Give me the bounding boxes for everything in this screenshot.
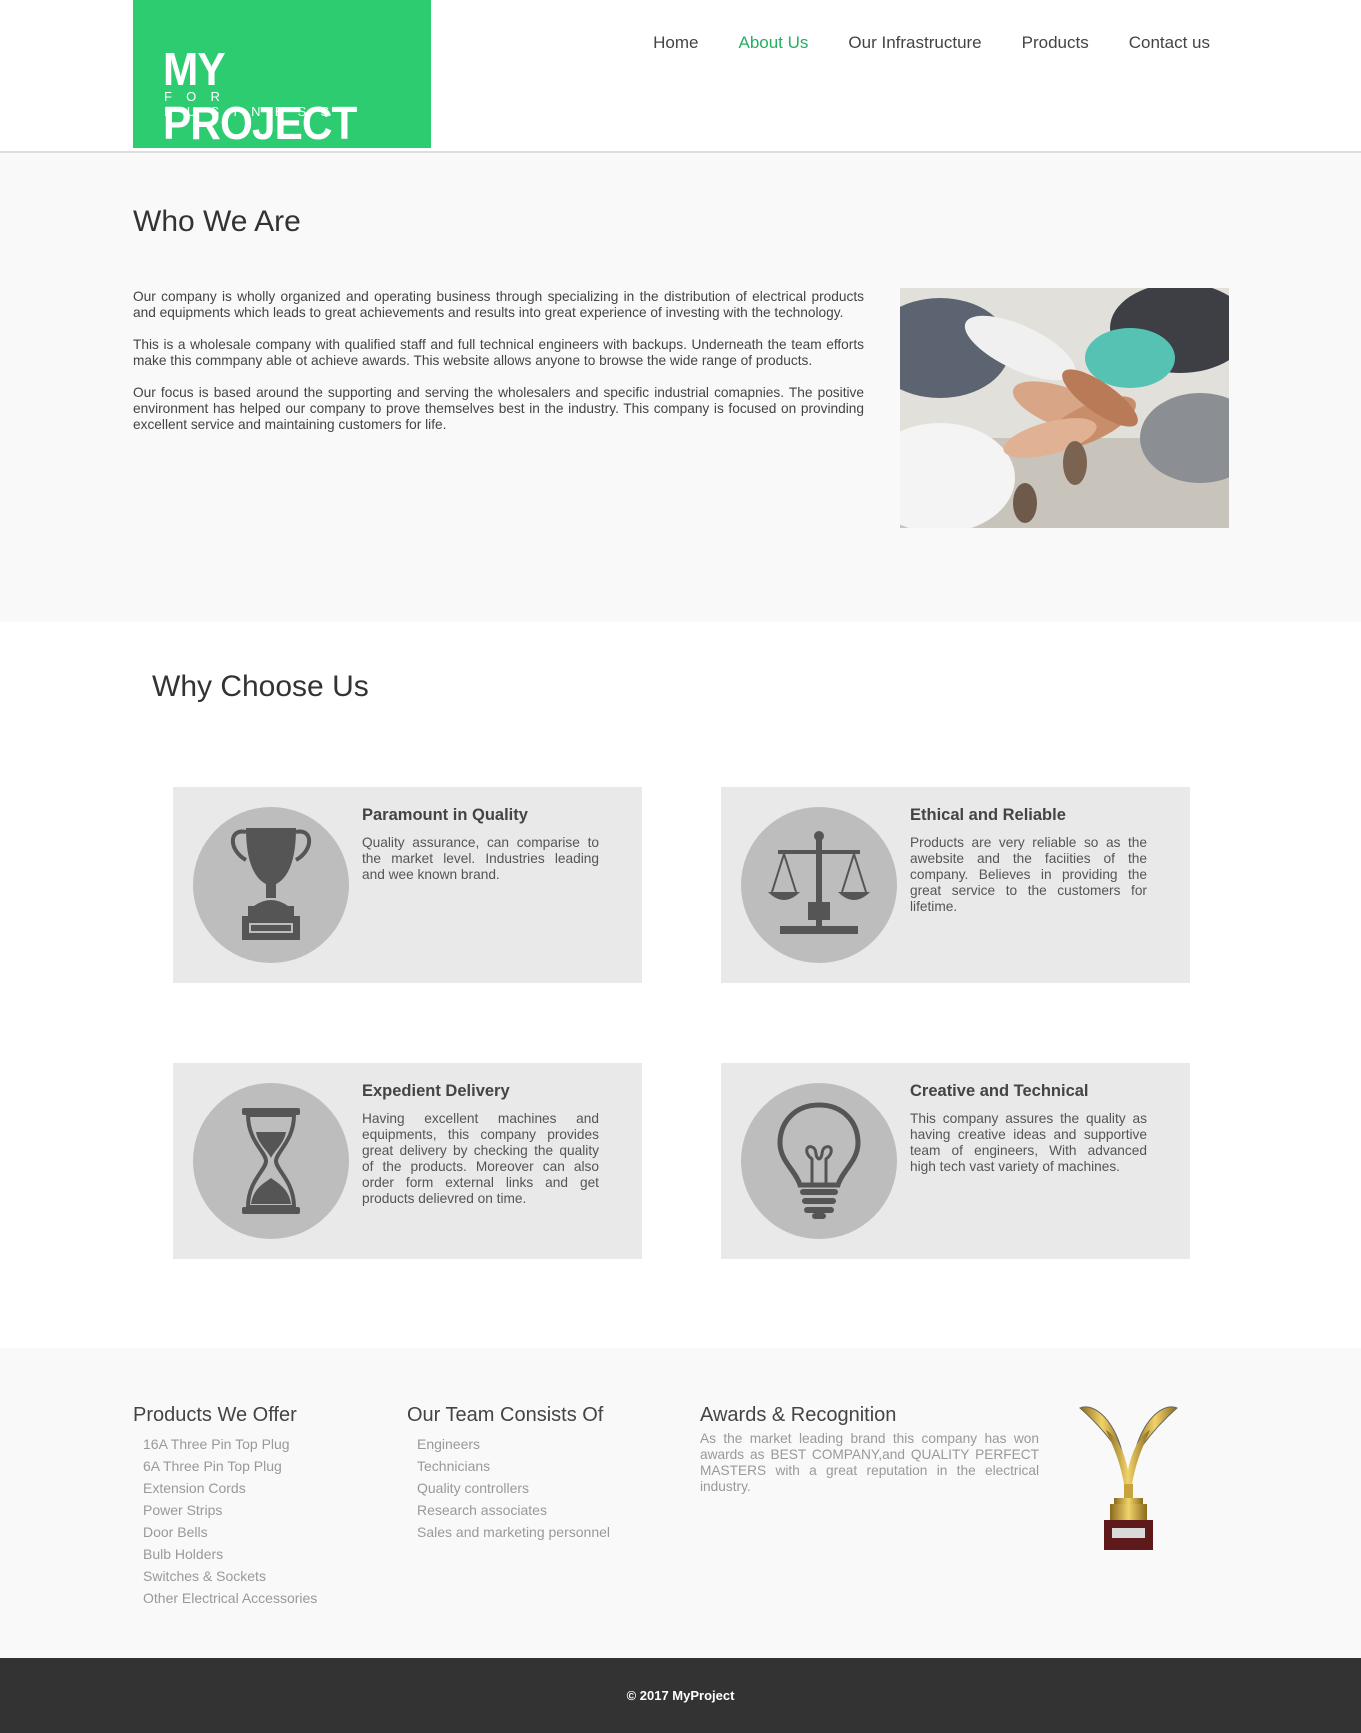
feature-card-delivery: Expedient Delivery Having excellent mach… xyxy=(173,1063,642,1259)
hourglass-icon xyxy=(193,1083,349,1239)
scales-icon xyxy=(741,807,897,963)
nav-infrastructure[interactable]: Our Infrastructure xyxy=(848,33,981,53)
product-link[interactable]: 16A Three Pin Top Plug xyxy=(143,1433,317,1455)
team-item: Technicians xyxy=(417,1458,491,1474)
nav-contact-us[interactable]: Contact us xyxy=(1129,33,1210,53)
feature-card-creative: Creative and Technical This company assu… xyxy=(721,1063,1190,1259)
feature-card-ethical: Ethical and Reliable Products are very r… xyxy=(721,787,1190,983)
who-we-are-text: Our company is wholly organized and oper… xyxy=(133,289,864,449)
nav-about-us[interactable]: About Us xyxy=(738,33,808,53)
card-text: Quality assurance, can comparise to the … xyxy=(362,835,599,882)
feature-card-quality: Paramount in Quality Quality assurance, … xyxy=(173,787,642,983)
footer-heading: Awards & Recognition xyxy=(700,1404,897,1426)
card-title: Creative and Technical xyxy=(910,1082,1089,1100)
product-link[interactable]: Door Bells xyxy=(143,1521,317,1543)
product-link[interactable]: Extension Cords xyxy=(143,1477,317,1499)
why-choose-us-section: Why Choose Us Paramount in Quality Quali… xyxy=(0,622,1361,1348)
awards-recognition: Awards & Recognition As the market leadi… xyxy=(700,1404,1039,1495)
trophy-icon xyxy=(193,807,349,963)
who-paragraph: Our company is wholly organized and oper… xyxy=(133,289,864,320)
product-link[interactable]: Other Electrical Accessories xyxy=(143,1587,317,1609)
nav-home[interactable]: Home xyxy=(653,33,698,53)
who-we-are-title: Who We Are xyxy=(133,205,301,238)
copyright-text: © 2017 MyProject xyxy=(626,1688,735,1703)
nav-products[interactable]: Products xyxy=(1022,33,1089,53)
main-nav: Home About Us Our Infrastructure Product… xyxy=(613,33,1210,53)
card-text: This company assures the quality as havi… xyxy=(910,1111,1147,1174)
gold-trophy-icon xyxy=(1076,1400,1181,1552)
product-link[interactable]: 6A Three Pin Top Plug xyxy=(143,1455,317,1477)
product-link[interactable]: Switches & Sockets xyxy=(143,1565,317,1587)
team-item: Sales and marketing personnel xyxy=(417,1524,611,1540)
copyright-bar: © 2017 MyProject xyxy=(0,1658,1361,1733)
why-choose-us-title: Why Choose Us xyxy=(152,670,369,703)
card-title: Ethical and Reliable xyxy=(910,806,1066,824)
logo-subtitle: FOR BUSINESS xyxy=(164,89,344,119)
card-title: Expedient Delivery xyxy=(362,1082,510,1100)
our-team: Our Team Consists Of Engineers Technicia… xyxy=(407,1404,610,1543)
lightbulb-icon xyxy=(741,1083,897,1239)
awards-text: As the market leading brand this company… xyxy=(700,1431,1039,1494)
who-paragraph: Our focus is based around the supporting… xyxy=(133,385,864,432)
team-item: Quality controllers xyxy=(417,1480,530,1496)
team-hands-photo xyxy=(900,288,1229,528)
card-text: Products are very reliable so as the awe… xyxy=(910,835,1147,914)
card-text: Having excellent machines and equipments… xyxy=(362,1111,599,1206)
logo[interactable]: MY PROJECT FOR BUSINESS xyxy=(133,0,431,149)
team-item: Engineers xyxy=(417,1436,481,1452)
product-link[interactable]: Power Strips xyxy=(143,1499,317,1521)
site-footer: Products We Offer 16A Three Pin Top Plug… xyxy=(0,1348,1361,1658)
card-title: Paramount in Quality xyxy=(362,806,528,824)
footer-heading: Products We Offer xyxy=(133,1404,297,1426)
who-paragraph: This is a wholesale company with qualifi… xyxy=(133,337,864,368)
site-header: MY PROJECT FOR BUSINESS Home About Us Ou… xyxy=(0,0,1361,153)
who-we-are-section: Who We Are Our company is wholly organiz… xyxy=(0,153,1361,622)
footer-heading: Our Team Consists Of xyxy=(407,1404,604,1426)
products-we-offer: Products We Offer 16A Three Pin Top Plug… xyxy=(133,1404,317,1609)
team-item: Research associates xyxy=(417,1502,547,1518)
product-link[interactable]: Bulb Holders xyxy=(143,1543,317,1565)
